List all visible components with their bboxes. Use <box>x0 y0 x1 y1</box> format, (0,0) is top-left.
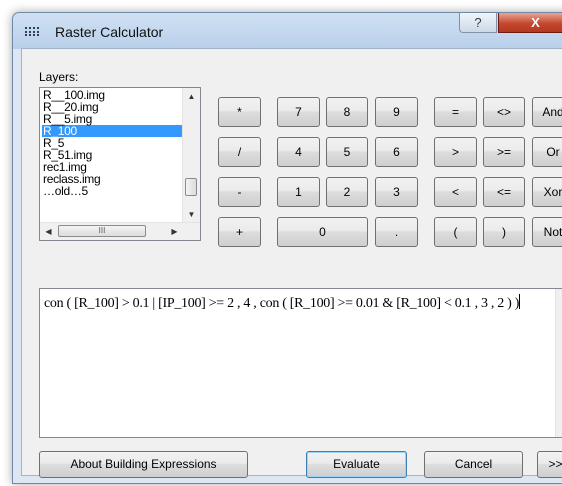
key-0[interactable]: 0 <box>277 217 368 247</box>
layers-list[interactable]: R__100.img R__20.img R__5.img R_100 R_5 R_51.… <box>39 87 201 241</box>
layers-horizontal-scroll-thumb[interactable]: III <box>58 225 146 237</box>
key-xor[interactable]: Xor <box>532 177 562 207</box>
key-7[interactable]: 7 <box>277 97 320 127</box>
key-3[interactable]: 3 <box>375 177 418 207</box>
key-2[interactable]: 2 <box>326 177 368 207</box>
key-greater-equal[interactable]: >= <box>483 137 525 167</box>
key-decimal[interactable]: . <box>375 217 418 247</box>
key-less[interactable]: < <box>434 177 477 207</box>
about-building-expressions-button[interactable]: About Building Expressions <box>39 451 248 478</box>
evaluate-button[interactable]: Evaluate <box>306 451 407 478</box>
expression-scrollbar[interactable]: ▲ ▼ <box>555 289 562 437</box>
key-6[interactable]: 6 <box>375 137 418 167</box>
close-button[interactable]: X <box>498 13 562 33</box>
help-button[interactable]: ? <box>459 13 497 33</box>
text-caret <box>519 294 521 309</box>
title-bar[interactable]: Raster Calculator ? X <box>13 13 562 49</box>
expression-textbox[interactable]: con ( [R_100] > 0.1 | [IP_100] >= 2 , 4 … <box>39 288 562 438</box>
scroll-up-icon[interactable]: ▲ <box>556 289 562 306</box>
layers-label: Layers: <box>39 70 79 84</box>
layer-list-item[interactable]: …old…5 <box>42 185 184 197</box>
layers-horizontal-scrollbar[interactable]: ◀ III ▶ <box>40 222 200 240</box>
scroll-left-icon[interactable]: ◀ <box>40 223 57 240</box>
layers-list-items: R__100.img R__20.img R__5.img R_100 R_5 R_51.… <box>42 89 184 197</box>
key-5[interactable]: 5 <box>326 137 368 167</box>
key-divide[interactable]: / <box>218 137 261 167</box>
expression-text: con ( [R_100] > 0.1 | [IP_100] >= 2 , 4 … <box>44 294 521 311</box>
app-icon <box>25 27 39 37</box>
key-less-equal[interactable]: <= <box>483 177 525 207</box>
dialog-content: Layers: R__100.img R__20.img R__5.img R_100… <box>21 48 562 478</box>
key-or[interactable]: Or <box>532 137 562 167</box>
key-plus[interactable]: + <box>218 217 261 247</box>
key-1[interactable]: 1 <box>277 177 320 207</box>
key-8[interactable]: 8 <box>326 97 368 127</box>
key-greater[interactable]: > <box>434 137 477 167</box>
scroll-right-icon[interactable]: ▶ <box>166 223 183 240</box>
key-and[interactable]: And <box>532 97 562 127</box>
key-close-paren[interactable]: ) <box>483 217 525 247</box>
raster-calculator-window: Raster Calculator ? X Layers: R__100.img… <box>12 12 562 484</box>
key-not-equal[interactable]: <> <box>483 97 525 127</box>
key-not[interactable]: Not <box>532 217 562 247</box>
key-9[interactable]: 9 <box>375 97 418 127</box>
layers-vertical-scrollbar[interactable]: ▲ ▼ <box>182 88 200 223</box>
scroll-down-icon[interactable]: ▼ <box>556 420 562 437</box>
layers-vertical-scroll-thumb[interactable] <box>185 178 197 196</box>
key-4[interactable]: 4 <box>277 137 320 167</box>
key-minus[interactable]: - <box>218 177 261 207</box>
window-title: Raster Calculator <box>55 24 164 40</box>
key-multiply[interactable]: * <box>218 97 261 127</box>
more-options-button[interactable]: >> <box>537 451 562 478</box>
key-open-paren[interactable]: ( <box>434 217 477 247</box>
cancel-button[interactable]: Cancel <box>424 451 523 478</box>
scroll-down-icon[interactable]: ▼ <box>183 206 200 223</box>
key-equal[interactable]: = <box>434 97 477 127</box>
scroll-up-icon[interactable]: ▲ <box>183 88 200 105</box>
